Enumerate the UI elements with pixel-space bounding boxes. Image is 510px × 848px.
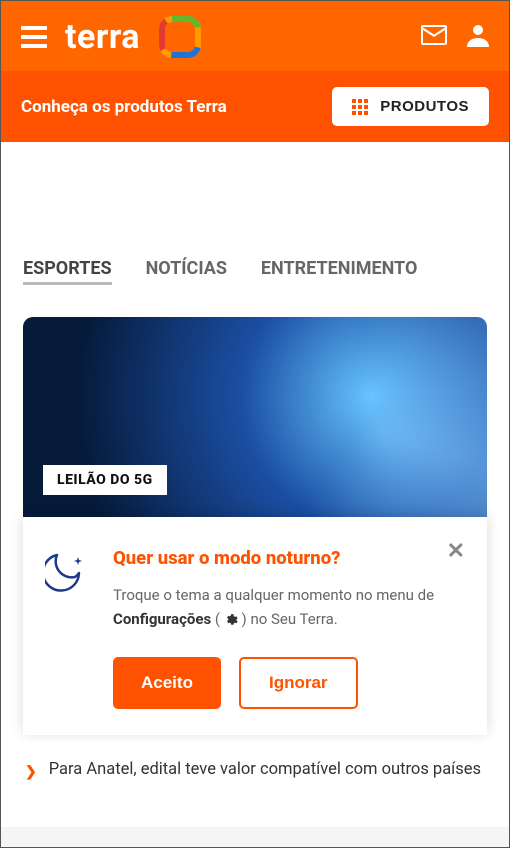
- tab-news[interactable]: NOTÍCIAS: [146, 258, 227, 285]
- products-button[interactable]: PRODUTOS: [332, 87, 489, 126]
- header-left: terra: [21, 15, 202, 59]
- sub-header: Conheça os produtos Terra PRODUTOS: [1, 71, 509, 142]
- terra-logo-icon: [158, 15, 202, 59]
- dark-mode-prompt: Quer usar o modo noturno? Troque o tema …: [23, 517, 487, 735]
- news-text: Para Anatel, edital teve valor compatíve…: [49, 759, 481, 782]
- mail-icon[interactable]: [421, 25, 447, 49]
- grid-icon: [352, 99, 368, 115]
- ad-space: [1, 142, 509, 242]
- gear-icon: [224, 613, 238, 627]
- user-icon[interactable]: [467, 23, 489, 51]
- content-area: LEILÃO DO 5G Quer usar o modo noturno? T…: [1, 297, 509, 827]
- moon-icon: [45, 551, 91, 709]
- chevron-right-icon: ❯: [25, 763, 37, 782]
- tab-sports[interactable]: ESPORTES: [23, 258, 112, 285]
- close-icon[interactable]: ✕: [447, 539, 465, 564]
- tab-entertainment[interactable]: ENTRETENIMENTO: [261, 258, 417, 285]
- header-right: [421, 23, 489, 51]
- dark-mode-title: Quer usar o modo noturno?: [113, 547, 465, 569]
- dark-mode-description: Troque o tema a qualquer momento no menu…: [113, 583, 465, 631]
- products-button-label: PRODUTOS: [380, 98, 469, 115]
- news-item[interactable]: ❯ Para Anatel, edital teve valor compatí…: [23, 749, 487, 792]
- feature-card[interactable]: LEILÃO DO 5G: [23, 317, 487, 517]
- subheader-text: Conheça os produtos Terra: [21, 97, 227, 117]
- tabs-bar: ESPORTES NOTÍCIAS ENTRETENIMENTO: [1, 242, 509, 297]
- menu-icon[interactable]: [21, 26, 47, 48]
- app-header: terra: [1, 1, 509, 71]
- accept-button[interactable]: Aceito: [113, 657, 221, 709]
- card-badge: LEILÃO DO 5G: [43, 465, 167, 495]
- dismiss-button[interactable]: Ignorar: [239, 657, 358, 709]
- brand-logo-text: terra: [65, 17, 140, 57]
